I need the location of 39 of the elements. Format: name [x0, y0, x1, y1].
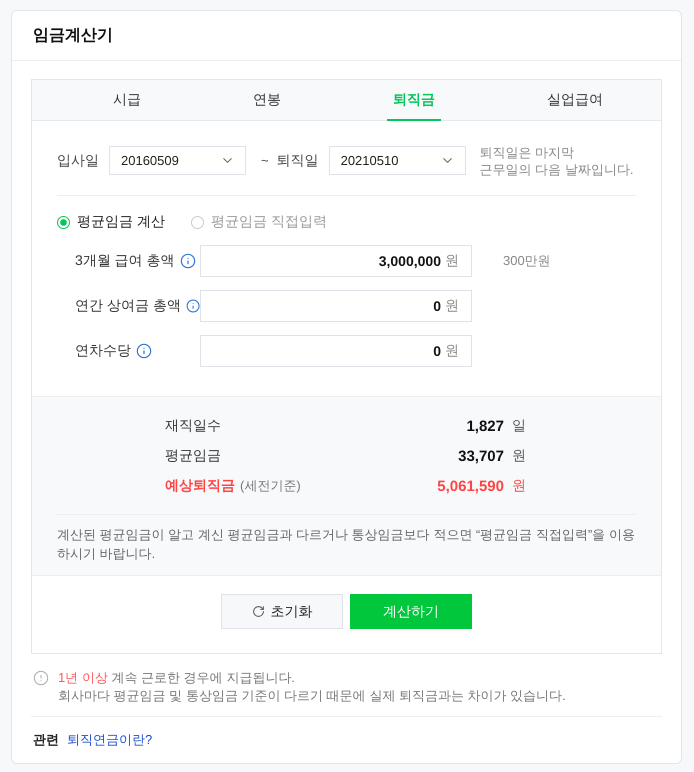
end-date-label: 퇴직일	[276, 152, 319, 170]
info-icon[interactable]	[136, 343, 152, 359]
range-separator: ~	[261, 153, 269, 168]
date-select[interactable]: 20160509	[109, 146, 246, 175]
result-label: 재직일수	[165, 417, 221, 435]
info-icon[interactable]	[180, 253, 196, 269]
result-note: 계산된 평균임금이 알고 계신 평균임금과 다르거나 통상임금보다 적으면 “평균임금 직접입력”을 이용하시기 바랍니다.	[57, 526, 636, 563]
notice-text: 회사마다 평균임금 및 통상임금 기준이 다르기 때문에 실제 퇴직금과는 차이가 있습니다.	[58, 687, 566, 705]
related-link[interactable]: 퇴직연금이란?	[67, 731, 152, 749]
field-label: 3개월 급여 총액	[75, 252, 175, 270]
amount-field[interactable]: 0 원	[200, 290, 472, 322]
result-value: 33,707	[458, 448, 504, 464]
result-sublabel: (세전기준)	[240, 477, 301, 495]
info-icon[interactable]	[186, 298, 200, 314]
result-label: 평균임금	[165, 447, 221, 465]
result-label: 예상퇴직금	[165, 477, 235, 495]
amount-field[interactable]: 3,000,000 원	[200, 245, 472, 277]
window-title: 임금계산기	[33, 26, 113, 46]
field-label: 연간 상여금 총액	[75, 297, 181, 315]
result-value: 1,827	[466, 418, 504, 434]
tab[interactable]: 연봉	[247, 80, 287, 121]
alert-icon	[33, 670, 49, 686]
result-unit: 원	[512, 477, 527, 495]
reset-button[interactable]: 초기화	[221, 594, 343, 629]
date-hint: 퇴직일은 마지막 근무일의 다음 날짜입니다.	[480, 144, 634, 178]
notice-text: 1년 이상 계속 근로한 경우에 지급됩니다.	[58, 669, 296, 687]
tab[interactable]: 시급	[107, 80, 147, 121]
radio-option[interactable]: 평균임금 계산	[57, 213, 165, 231]
field-label: 연차수당	[75, 342, 131, 360]
related-label: 관련	[33, 731, 59, 749]
result-unit: 일	[512, 417, 527, 435]
result-unit: 원	[512, 447, 527, 465]
amount-field[interactable]: 0 원	[200, 335, 472, 367]
result-value: 5,061,590	[437, 478, 504, 494]
refresh-icon	[252, 605, 264, 618]
tab[interactable]: 실업급여	[541, 80, 609, 121]
start-date-label: 입사일	[57, 152, 99, 170]
amount-in-words: 300만원	[503, 252, 551, 270]
date-select[interactable]: 20210510	[328, 146, 466, 175]
